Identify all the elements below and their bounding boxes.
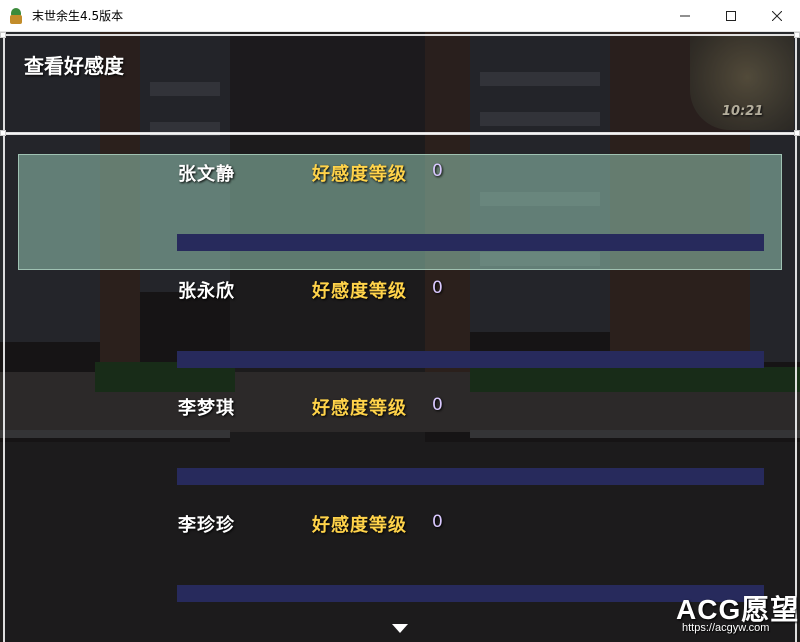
- scroll-down-arrow-icon[interactable]: [392, 624, 408, 633]
- affection-bar: [177, 351, 764, 368]
- maximize-icon: [726, 10, 736, 21]
- window-title: 末世余生4.5版本: [32, 9, 124, 23]
- game-viewport[interactable]: 10:21 查看好感度 张文静 好感度等级 0 张永欣 好感度等级 0 李梦琪 …: [0, 32, 800, 642]
- character-name: 李珍珍: [178, 515, 235, 536]
- header-window: [3, 34, 797, 134]
- screen-title: 查看好感度: [24, 54, 124, 78]
- window-corner-handle: [0, 130, 6, 136]
- character-name: 张永欣: [178, 281, 235, 302]
- character-name: 张文静: [178, 164, 235, 185]
- close-icon: [772, 10, 782, 21]
- minimize-icon: [680, 15, 690, 16]
- affection-entry[interactable]: 李梦琪 好感度等级 0: [0, 394, 800, 511]
- affection-level-value: 0: [432, 161, 443, 181]
- window-corner-handle: [0, 32, 6, 38]
- watermark-url: https://acgyw.com: [682, 622, 770, 634]
- affection-level-value: 0: [432, 278, 443, 298]
- window-corner-handle: [794, 32, 800, 38]
- affection-level-label: 好感度等级: [312, 515, 407, 536]
- close-button[interactable]: [754, 0, 800, 31]
- character-name: 李梦琪: [178, 398, 235, 419]
- affection-level-label: 好感度等级: [312, 281, 407, 302]
- maximize-button[interactable]: [708, 0, 754, 31]
- affection-bar: [177, 234, 764, 251]
- affection-level-label: 好感度等级: [312, 164, 407, 185]
- affection-entry[interactable]: 张文静 好感度等级 0: [0, 160, 800, 277]
- window-corner-handle: [794, 130, 800, 136]
- window-titlebar[interactable]: 末世余生4.5版本: [0, 0, 800, 32]
- affection-bar: [177, 468, 764, 485]
- affection-level-label: 好感度等级: [312, 398, 407, 419]
- minimize-button[interactable]: [662, 0, 708, 31]
- affection-entry[interactable]: 张永欣 好感度等级 0: [0, 277, 800, 394]
- affection-level-value: 0: [432, 512, 443, 532]
- affection-level-value: 0: [432, 395, 443, 415]
- app-icon: [8, 7, 24, 24]
